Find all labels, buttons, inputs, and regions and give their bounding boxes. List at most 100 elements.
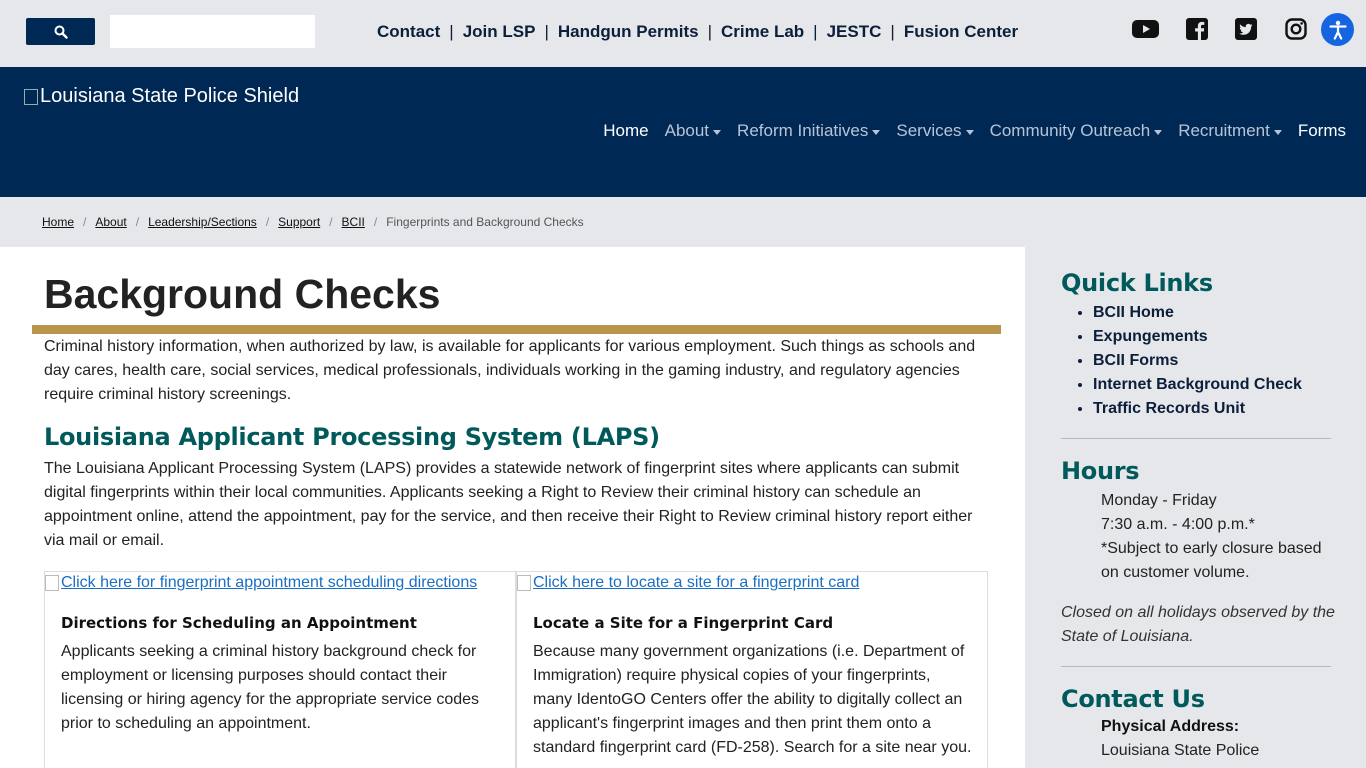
utility-separator: | (813, 22, 818, 41)
search-input[interactable] (110, 15, 315, 48)
facebook-icon (1186, 18, 1208, 40)
utility-link-jestc[interactable]: JESTC (827, 22, 882, 42)
logo-alt-text: Louisiana State Police Shield (40, 85, 300, 107)
card-scheduling: Click here for fingerprint appointment s… (44, 571, 516, 768)
hours-line: *Subject to early closure based (1101, 540, 1322, 557)
site-header: Louisiana State Police Shield Home About… (0, 67, 1366, 197)
address-label: Physical Address: (1101, 718, 1240, 735)
hours-line: Monday - Friday (1101, 492, 1217, 509)
breadcrumb-current: Fingerprints and Background Checks (386, 215, 584, 229)
sidebar-divider (1061, 438, 1331, 439)
quick-links-list: BCII Home Expungements BCII Forms Intern… (1093, 301, 1302, 421)
nav-item-recruitment[interactable]: Recruitment (1178, 121, 1282, 141)
laps-paragraph: The Louisiana Applicant Processing Syste… (44, 460, 973, 549)
quick-link-bcii-home[interactable]: BCII Home (1093, 301, 1302, 325)
breadcrumb-link-leadership[interactable]: Leadership/Sections (148, 215, 257, 229)
breadcrumb-separator: / (83, 215, 87, 229)
quick-link-bcii-forms[interactable]: BCII Forms (1093, 349, 1302, 373)
breadcrumb: Home / About / Leadership/Sections / Sup… (0, 197, 1366, 247)
accessibility-button[interactable] (1321, 13, 1354, 46)
holiday-note: Closed on all holidays observed by the S… (1061, 604, 1335, 645)
contact-heading: Contact Us (1061, 685, 1205, 713)
site-logo[interactable]: Louisiana State Police Shield (24, 85, 299, 108)
breadcrumb-link-support[interactable]: Support (278, 215, 320, 229)
utility-link-crime-lab[interactable]: Crime Lab (721, 22, 804, 42)
search-button[interactable] (26, 18, 95, 45)
broken-image-icon (517, 575, 531, 591)
nav-item-label: Community Outreach (989, 121, 1151, 140)
caret-down-icon (965, 129, 974, 135)
breadcrumb-separator: / (329, 215, 333, 229)
hours-line: on customer volume. (1101, 564, 1250, 581)
breadcrumb-link-about[interactable]: About (95, 215, 126, 229)
card-locate-site: Click here to locate a site for a finger… (516, 571, 988, 768)
nav-item-services[interactable]: Services (896, 121, 974, 141)
broken-image-icon (24, 88, 38, 105)
search-icon (54, 25, 68, 39)
nav-item-label: Forms (1297, 121, 1346, 140)
nav-item-reform-initiatives[interactable]: Reform Initiatives (737, 121, 881, 141)
hours-line: 7:30 a.m. - 4:00 p.m.* (1101, 516, 1255, 533)
utility-separator: | (890, 22, 895, 41)
broken-image-icon (45, 575, 59, 591)
utility-link-handgun-permits[interactable]: Handgun Permits (558, 22, 699, 42)
utility-bar: Contact | Join LSP | Handgun Permits | C… (0, 0, 1366, 67)
card-title: Directions for Scheduling an Appointment (61, 614, 417, 632)
breadcrumb-link-home[interactable]: Home (42, 215, 74, 229)
card-image-alt: Click here to locate a site for a finger… (533, 574, 860, 591)
card-title: Locate a Site for a Fingerprint Card (533, 614, 834, 632)
facebook-link[interactable] (1182, 15, 1212, 43)
laps-heading: Louisiana Applicant Processing System (L… (44, 423, 660, 451)
nav-item-label: Reform Initiatives (737, 121, 869, 140)
utility-separator: | (544, 22, 549, 41)
quick-links-heading: Quick Links (1061, 269, 1213, 297)
title-divider (32, 325, 1001, 334)
twitter-link[interactable] (1231, 15, 1261, 43)
nav-item-label: Home (603, 121, 649, 140)
nav-item-about[interactable]: About (664, 121, 722, 141)
youtube-link[interactable] (1130, 15, 1160, 43)
quick-link-expungements[interactable]: Expungements (1093, 325, 1302, 349)
main-content: Background Checks Criminal history infor… (0, 247, 1025, 768)
breadcrumb-link-bcii[interactable]: BCII (342, 215, 365, 229)
nav-item-home[interactable]: Home (603, 121, 648, 141)
breadcrumb-separator: / (135, 215, 140, 229)
caret-down-icon (1273, 129, 1282, 135)
utility-link-join-lsp[interactable]: Join LSP (463, 22, 536, 42)
youtube-icon (1131, 20, 1159, 38)
instagram-link[interactable] (1281, 15, 1311, 43)
caret-down-icon (872, 129, 881, 135)
nav-item-forms[interactable]: Forms (1298, 121, 1346, 141)
sidebar: Quick Links BCII Home Expungements BCII … (1025, 247, 1366, 768)
sidebar-divider (1061, 666, 1331, 667)
twitter-icon (1235, 18, 1257, 40)
hours-heading: Hours (1061, 457, 1140, 485)
quick-link-traffic-records-unit[interactable]: Traffic Records Unit (1093, 397, 1302, 421)
card-body: Because many government organizations (i… (533, 643, 972, 756)
nav-item-label: Recruitment (1178, 121, 1270, 140)
quick-link-internet-background-check[interactable]: Internet Background Check (1093, 373, 1302, 397)
hours-block: Monday - Friday 7:30 a.m. - 4:00 p.m.* *… (1101, 489, 1322, 585)
breadcrumb-separator: / (373, 215, 378, 229)
utility-separator: | (707, 22, 713, 41)
main-nav: Home About Reform Initiatives Services C… (587, 121, 1346, 141)
utility-link-contact[interactable]: Contact (377, 22, 440, 42)
card-body: Applicants seeking a criminal history ba… (61, 643, 480, 732)
utility-links: Contact | Join LSP | Handgun Permits | C… (377, 20, 1018, 44)
nav-item-label: About (664, 121, 710, 140)
nav-item-label: Services (896, 121, 962, 140)
accessibility-icon (1328, 20, 1347, 40)
card-image-alt: Click here for fingerprint appointment s… (61, 574, 478, 591)
card-image-link[interactable]: Click here for fingerprint appointment s… (45, 574, 477, 592)
nav-item-community-outreach[interactable]: Community Outreach (990, 121, 1163, 141)
card-image-link[interactable]: Click here to locate a site for a finger… (517, 574, 859, 592)
intro-paragraph: Criminal history information, when autho… (44, 338, 976, 403)
address-line: Louisiana State Police (1101, 742, 1260, 759)
instagram-icon (1285, 18, 1307, 40)
page-title: Background Checks (44, 271, 441, 317)
breadcrumb-separator: / (265, 215, 270, 229)
utility-separator: | (449, 22, 454, 41)
utility-link-fusion-center[interactable]: Fusion Center (904, 22, 1018, 42)
caret-down-icon (713, 129, 722, 135)
caret-down-icon (1154, 129, 1163, 135)
